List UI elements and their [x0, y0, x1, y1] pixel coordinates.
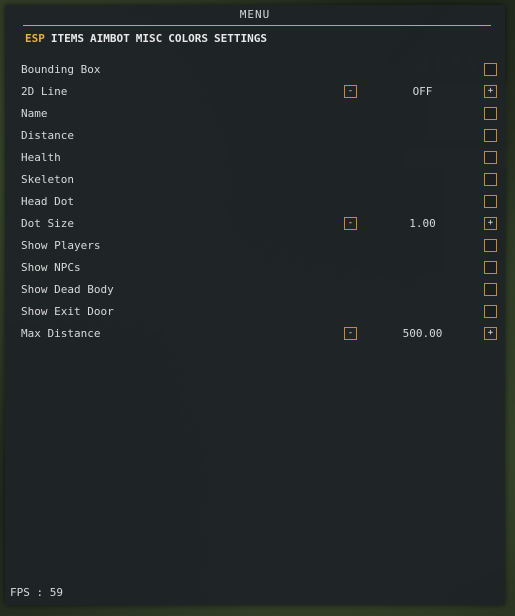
option-max-distance: Max Distance - 500.00 +	[21, 323, 497, 345]
option-distance: Distance	[21, 125, 497, 147]
tab-items[interactable]: ITEMS	[51, 31, 84, 47]
option-name: Name	[21, 103, 497, 125]
tab-misc[interactable]: MISC	[136, 31, 163, 47]
option-label: Head Dot	[21, 195, 74, 208]
tab-bar: ESP ITEMS AIMBOT MISC COLORS SETTINGS	[25, 31, 267, 47]
max-distance-value: 500.00	[402, 327, 443, 340]
tab-settings[interactable]: SETTINGS	[214, 31, 267, 47]
dot-size-value: 1.00	[409, 217, 436, 230]
esp-options-list: Bounding Box 2D Line - OFF + Name Distan…	[21, 59, 497, 345]
fps-counter: FPS : 59	[10, 586, 63, 599]
show-npcs-checkbox[interactable]	[484, 261, 497, 274]
tab-colors[interactable]: COLORS	[168, 31, 208, 47]
2d-line-decrement-button[interactable]: -	[344, 85, 357, 98]
max-distance-increment-button[interactable]: +	[484, 327, 497, 340]
title-divider	[23, 25, 491, 26]
option-label: Distance	[21, 129, 74, 142]
show-exit-door-checkbox[interactable]	[484, 305, 497, 318]
option-label: Health	[21, 151, 61, 164]
tab-aimbot[interactable]: AIMBOT	[90, 31, 130, 47]
dot-size-increment-button[interactable]: +	[484, 217, 497, 230]
option-show-dead-body: Show Dead Body	[21, 279, 497, 301]
window-title: MENU	[239, 8, 271, 21]
option-health: Health	[21, 147, 497, 169]
option-label: Show Dead Body	[21, 283, 114, 296]
option-head-dot: Head Dot	[21, 191, 497, 213]
option-label: Show NPCs	[21, 261, 81, 274]
option-label: Skeleton	[21, 173, 74, 186]
max-distance-decrement-button[interactable]: -	[344, 327, 357, 340]
show-dead-body-checkbox[interactable]	[484, 283, 497, 296]
option-show-players: Show Players	[21, 235, 497, 257]
tab-esp[interactable]: ESP	[25, 31, 45, 47]
option-label: Max Distance	[21, 327, 101, 340]
option-label: Show Players	[21, 239, 101, 252]
show-players-checkbox[interactable]	[484, 239, 497, 252]
head-dot-checkbox[interactable]	[484, 195, 497, 208]
option-label: Name	[21, 107, 48, 120]
skeleton-checkbox[interactable]	[484, 173, 497, 186]
bounding-box-checkbox[interactable]	[484, 63, 497, 76]
option-show-exit-door: Show Exit Door	[21, 301, 497, 323]
option-dot-size: Dot Size - 1.00 +	[21, 213, 497, 235]
option-label: 2D Line	[21, 85, 68, 98]
2d-line-increment-button[interactable]: +	[484, 85, 497, 98]
option-label: Bounding Box	[21, 63, 101, 76]
menu-window: MENU ESP ITEMS AIMBOT MISC COLORS SETTIN…	[5, 5, 505, 605]
option-show-npcs: Show NPCs	[21, 257, 497, 279]
name-checkbox[interactable]	[484, 107, 497, 120]
option-bounding-box: Bounding Box	[21, 59, 497, 81]
option-skeleton: Skeleton	[21, 169, 497, 191]
distance-checkbox[interactable]	[484, 129, 497, 142]
2d-line-value: OFF	[412, 85, 433, 98]
option-label: Dot Size	[21, 217, 74, 230]
option-label: Show Exit Door	[21, 305, 114, 318]
option-2d-line: 2D Line - OFF +	[21, 81, 497, 103]
dot-size-decrement-button[interactable]: -	[344, 217, 357, 230]
health-checkbox[interactable]	[484, 151, 497, 164]
